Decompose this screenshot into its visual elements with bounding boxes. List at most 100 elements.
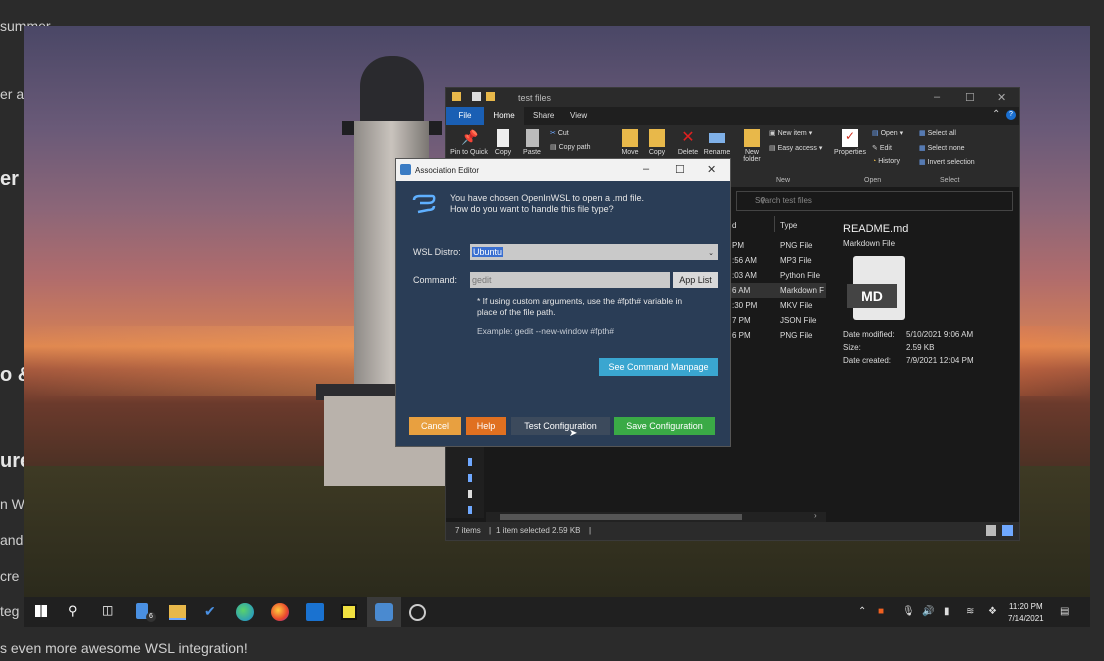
help-button[interactable]: Help [466,417,506,435]
test-configuration-button[interactable]: Test Configuration [511,417,610,435]
search-input[interactable]: ⚲ Search test files [736,191,1013,211]
see-command-manpage-button[interactable]: See Command Manpage [599,358,718,376]
status-divider: | [489,526,492,535]
taskbar-clock[interactable]: 11:20 PM 7/14/2021 [1008,601,1044,625]
pycharm-icon[interactable] [341,604,357,620]
ribbon-tabs: File Home Share View ⌃ ? [446,107,1019,125]
file-date: :03 AM [732,271,757,280]
volume-icon[interactable]: 🔊 [922,606,934,617]
scrollbar-thumb[interactable] [500,514,742,520]
scroll-right-icon[interactable]: › [814,511,817,520]
copy-button[interactable]: Copy [492,129,514,156]
properties-label: Properties [834,149,866,156]
firefox-icon[interactable] [271,603,289,621]
close-icon[interactable]: ✕ [997,91,1006,104]
search-icon[interactable]: ⚲ [68,603,86,621]
selection-status: 1 item selected 2.59 KB [496,526,581,535]
todo-icon[interactable]: ✔ [204,603,222,621]
chevron-up-icon[interactable]: ⌃ [992,109,1000,120]
bg-text-6: teg [0,603,20,619]
select-all-button[interactable]: ▦ Select all [919,129,956,137]
preview-pane: README.md Markdown File MD Date modified… [831,216,1016,516]
microphone-icon[interactable]: 🎙 [902,606,915,617]
battery-icon[interactable]: ▮ [944,606,950,617]
hint-line-1: * If using custom arguments, use the #fp… [477,296,683,306]
cut-button[interactable]: ✂ Cut [550,129,569,137]
outlook-icon[interactable] [306,603,324,621]
edit-icon: ✎ [872,145,878,152]
file-type: PNG File [780,331,813,340]
copy-to-button[interactable]: Copy [645,129,669,156]
save-configuration-button[interactable]: Save Configuration [614,417,715,435]
invert-selection-button[interactable]: ▦ Invert selection [919,158,975,166]
folder-small-icon[interactable] [486,92,495,101]
file-date: :30 PM [732,301,758,310]
close-icon[interactable]: ✕ [707,163,716,176]
start-windows-icon[interactable] [35,605,47,617]
history-label: History [878,158,900,165]
distro-value: Ubuntu [472,247,504,257]
history-button[interactable]: ◔ History [872,158,900,165]
tab-share[interactable]: Share [533,111,554,120]
move-to-button[interactable]: Move [618,129,642,156]
tab-view[interactable]: View [570,111,587,120]
openinwsl-taskbar-icon[interactable] [375,603,393,621]
maximize-icon[interactable]: ☐ [675,163,685,176]
file-type: MP3 File [780,256,812,265]
copy-path-icon: ▤ [550,144,557,151]
help-icon[interactable]: ? [1006,110,1016,120]
easy-access-button[interactable]: ▤ Easy access ▾ [769,144,822,152]
size-label: Size: [843,343,861,352]
new-item-button[interactable]: ▣ New item ▾ [769,129,812,137]
wifi-icon[interactable]: ≋ [966,606,974,617]
action-center-icon[interactable]: ▤ [1060,606,1069,617]
rename-button[interactable]: Rename [702,129,732,156]
office-icon[interactable]: ■ [878,606,884,617]
horizontal-scrollbar[interactable]: › [486,511,826,522]
dropbox-icon[interactable]: ❖ [988,606,997,617]
edge-icon[interactable] [236,603,254,621]
clock-time: 11:20 PM [1008,602,1043,611]
preview-filename: README.md [843,223,909,235]
column-header-type[interactable]: Type [780,221,797,230]
maximize-icon[interactable]: ☐ [965,91,975,104]
invert-selection-icon: ▦ [919,159,926,166]
cancel-button[interactable]: Cancel [409,417,461,435]
hint-line-2: place of the file path. [477,307,556,317]
cut-label: Cut [557,130,569,137]
dialog-title: Association Editor [415,166,480,175]
large-icons-view-icon[interactable] [1002,525,1013,536]
copy-path-button[interactable]: ▤ Copy path [550,143,591,151]
date-created-value: 7/9/2021 12:04 PM [906,356,974,365]
app-list-button[interactable]: App List [673,272,718,288]
column-header-date[interactable]: d [732,221,736,230]
new-item-label: New item [777,130,807,137]
mouse-cursor-icon: ➤ [569,428,578,439]
details-view-icon[interactable] [986,525,996,536]
wsl-settings-icon[interactable] [409,604,426,621]
minimize-icon[interactable]: – [643,163,649,175]
new-item-icon: ▣ [769,130,776,137]
drive-icon [468,490,472,498]
save-icon[interactable] [472,92,481,101]
minimize-icon[interactable]: – [934,91,940,103]
command-input[interactable]: gedit [470,272,670,288]
new-folder-button[interactable]: New folder [738,129,766,163]
chevron-up-icon[interactable]: ⌃ [858,606,866,617]
open-icon: ▤ [872,130,879,137]
tab-file[interactable]: File [446,107,484,125]
paste-button[interactable]: Paste [520,129,544,156]
rename-label: Rename [703,149,731,156]
task-view-icon[interactable]: ◫ [102,603,120,621]
pin-button[interactable]: 📌 Pin to Quick [449,129,489,156]
select-none-button[interactable]: ▦ Select none [919,144,965,152]
file-explorer-icon[interactable] [169,605,186,620]
tab-home[interactable]: Home [484,107,524,125]
open-button[interactable]: ▤ Open ▾ [872,129,903,137]
wsl-distro-select[interactable]: Ubuntu ⌄ [470,244,718,260]
properties-button[interactable]: ✓ Properties [832,129,868,156]
edit-button[interactable]: ✎ Edit [872,144,892,152]
date-modified-label: Date modified: [843,330,895,339]
delete-button[interactable]: ✕ Delete [676,129,700,156]
paste-label: Paste [523,149,541,156]
